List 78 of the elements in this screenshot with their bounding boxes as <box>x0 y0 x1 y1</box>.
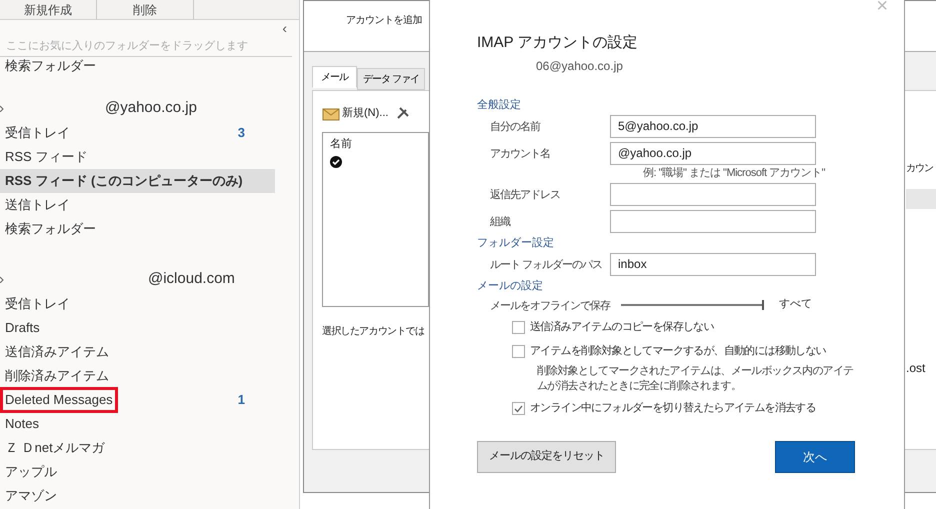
folder-item[interactable]: Deleted Messages 1 <box>0 388 275 412</box>
folder-label: アップル <box>5 463 57 482</box>
folder-label: Drafts <box>5 319 40 338</box>
section-heading: メールの設定 <box>477 278 543 294</box>
account-type-text: カウン <box>906 162 933 176</box>
folder-label: Deleted Messages <box>3 390 115 410</box>
field-label: 自分の名前 <box>490 121 540 133</box>
list-row <box>906 189 936 209</box>
option-note: 削除対象としてマークされたアイテムは、メールボックス内のアイテムが消去されたときに完全に削除されます。 <box>537 364 854 394</box>
unread-count: 1 <box>238 391 245 410</box>
folder-item[interactable]: RSS フィード (このコンピューターのみ) <box>0 169 275 193</box>
folder-item[interactable]: アマゾン <box>0 484 275 508</box>
field-label: ルート フォルダーのパス <box>490 259 602 271</box>
offline-reading: すべて <box>779 297 812 312</box>
folder-item[interactable]: 受信トレイ <box>0 292 275 316</box>
folder-label: RSS フィード (このコンピューターのみ) <box>5 172 243 190</box>
check-circle-icon <box>330 156 342 168</box>
text-field[interactable]: 5@yahoo.co.jp <box>610 114 816 138</box>
checkbox[interactable] <box>512 402 525 415</box>
option-label: オンライン中にフォルダーを切り替えたらアイテムを消去する <box>530 401 816 416</box>
checkbox[interactable] <box>512 345 525 358</box>
folder-item[interactable]: RSS フィード <box>0 145 275 169</box>
folder-label: 削除済みアイテム <box>5 367 109 386</box>
new-button[interactable]: 新規(N)... <box>342 105 388 122</box>
folder-label: RSS フィード <box>5 148 88 166</box>
toolbar-button[interactable]: 削除 <box>97 0 194 19</box>
offline-slider[interactable] <box>621 300 764 310</box>
chevron-icon[interactable] <box>0 104 5 112</box>
text-field[interactable] <box>610 210 816 232</box>
collapse-button[interactable]: ‹ <box>282 20 287 36</box>
folder-item[interactable]: Ｚ Ｄnetメルマガ <box>0 436 275 460</box>
folder-label: 送信トレイ <box>5 196 70 214</box>
next-button[interactable]: 次へ <box>775 440 855 472</box>
folder-label: 検索フォルダー <box>5 220 96 238</box>
account-name[interactable]: @icloud.com <box>148 268 235 290</box>
tab[interactable]: データ ファイ <box>357 68 425 90</box>
account-address: 06@yahoo.co.jp <box>536 58 624 74</box>
folder-label: 受信トレイ <box>5 124 70 142</box>
checkbox[interactable] <box>512 321 525 334</box>
field-hint: 例: "職場" または "Microsoft アカウント" <box>643 166 826 180</box>
window-subtitle: アカウントを追加 <box>346 14 422 28</box>
field-label: 組織 <box>490 216 510 228</box>
folder-item[interactable]: 受信トレイ 3 <box>0 121 275 145</box>
folder-label: Notes <box>5 415 39 434</box>
account-note: 選択したアカウントでは <box>322 324 424 338</box>
option-label: 送信済みアイテムのコピーを保存しない <box>530 320 714 336</box>
text-field[interactable]: @yahoo.co.jp <box>610 142 816 164</box>
folder-item[interactable]: 削除済みアイテム <box>0 364 275 388</box>
folder-label: 送信済みアイテム <box>5 343 109 362</box>
folder-item[interactable]: 送信トレイ <box>0 193 275 217</box>
field-label: 返信先アドレス <box>490 189 560 201</box>
column-header: 名前 <box>330 136 353 152</box>
option-label: アイテムを削除対象としてマークするが、自動的には移動しない <box>530 344 826 360</box>
file-path-text: .ost <box>906 360 926 377</box>
tab[interactable]: メール <box>312 66 357 88</box>
toolbar-button[interactable]: 新規作成 <box>0 0 97 19</box>
folder-item[interactable]: 検索フォルダー <box>0 57 292 75</box>
section-heading: フォルダー設定 <box>477 236 554 250</box>
folder-label: 受信トレイ <box>5 295 70 314</box>
folder-label: Ｚ Ｄnetメルマガ <box>5 439 105 458</box>
folder-item[interactable]: Drafts <box>0 316 275 340</box>
favorites-hint: ここにお気に入りのフォルダーをドラッグします <box>5 39 249 54</box>
section-heading: 全般設定 <box>477 98 521 112</box>
text-field[interactable]: inbox <box>610 252 816 276</box>
folder-item[interactable]: 送信済みアイテム <box>0 340 275 364</box>
checkmark-icon <box>514 404 523 412</box>
folder-item[interactable]: Notes <box>0 412 275 436</box>
offline-label: メールをオフラインで保存 <box>490 300 610 312</box>
unread-count: 3 <box>238 124 245 142</box>
reset-button[interactable]: メールの設定をリセット <box>477 440 616 472</box>
account-name[interactable]: @yahoo.co.jp <box>105 96 197 120</box>
text-field[interactable] <box>610 182 816 206</box>
folder-item[interactable]: 検索フォルダー <box>0 217 275 241</box>
dialog-title: IMAP アカウントの設定 <box>477 33 639 53</box>
folder-label: アマゾン <box>5 487 57 506</box>
folder-item[interactable]: アップル <box>0 460 275 484</box>
field-label: アカウント名 <box>490 148 550 160</box>
chevron-icon[interactable] <box>0 275 5 283</box>
